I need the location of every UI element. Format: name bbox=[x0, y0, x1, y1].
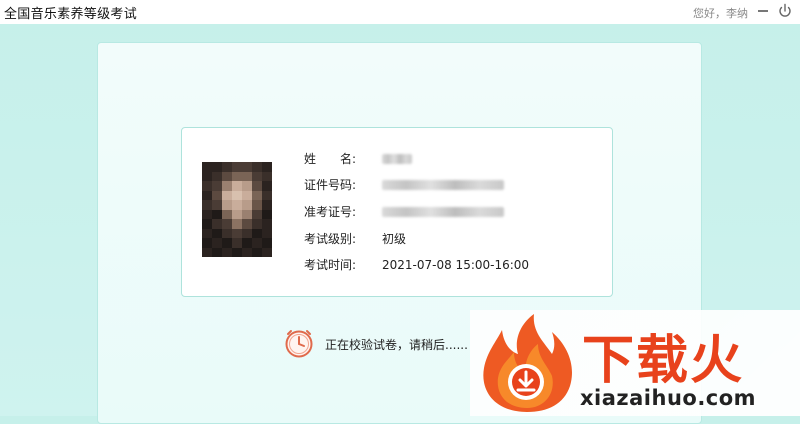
candidate-photo bbox=[202, 162, 272, 257]
photo-pixel bbox=[212, 200, 222, 210]
photo-pixel bbox=[232, 238, 242, 248]
photo-pixel bbox=[242, 200, 252, 210]
photo-pixel bbox=[222, 171, 232, 182]
photo-pixel bbox=[202, 238, 212, 248]
photo-pixel bbox=[212, 247, 222, 257]
photo-pixel bbox=[242, 171, 252, 182]
photo-pixel bbox=[212, 228, 222, 239]
photo-pixel bbox=[232, 200, 242, 210]
photo-pixel bbox=[212, 238, 222, 248]
photo-pixel bbox=[242, 238, 252, 248]
watermark: 下载火 xiazaihuo.com bbox=[470, 310, 800, 416]
flame-logo-icon bbox=[483, 314, 572, 412]
photo-pixel bbox=[222, 162, 232, 172]
photo-pixel bbox=[242, 162, 252, 172]
photo-pixel bbox=[232, 181, 242, 191]
exam-time-label: 考试时间: bbox=[304, 258, 357, 272]
photo-pixel bbox=[262, 171, 272, 182]
photo-pixel bbox=[212, 171, 222, 182]
photo-pixel bbox=[252, 228, 262, 239]
photo-pixel bbox=[232, 219, 242, 229]
photo-pixel bbox=[222, 219, 232, 229]
name-label: 姓 名: bbox=[304, 152, 357, 166]
photo-pixel bbox=[252, 209, 262, 220]
photo-pixel bbox=[222, 238, 232, 248]
photo-pixel bbox=[232, 228, 242, 239]
photo-pixel bbox=[202, 228, 212, 239]
photo-pixel bbox=[252, 219, 262, 229]
photo-pixel bbox=[202, 181, 212, 191]
photo-pixel bbox=[262, 228, 272, 239]
photo-pixel bbox=[232, 190, 242, 201]
photo-pixel bbox=[202, 247, 212, 257]
power-icon bbox=[776, 1, 794, 21]
photo-pixel bbox=[242, 228, 252, 239]
photo-pixel bbox=[222, 209, 232, 220]
photo-pixel bbox=[212, 190, 222, 201]
photo-pixel bbox=[262, 162, 272, 172]
title-bar: 全国音乐素养等级考试 您好，李纳 bbox=[0, 0, 800, 24]
photo-pixel bbox=[222, 228, 232, 239]
ticket-number-label: 准考证号: bbox=[304, 205, 357, 219]
photo-pixel bbox=[202, 190, 212, 201]
id-number-label: 证件号码: bbox=[304, 178, 357, 192]
photo-pixel bbox=[252, 181, 262, 191]
status-text: 正在校验试卷，请稍后...... bbox=[325, 338, 468, 352]
minimize-button[interactable] bbox=[754, 1, 772, 21]
photo-pixel bbox=[252, 171, 262, 182]
photo-pixel bbox=[252, 247, 262, 257]
photo-pixel bbox=[242, 247, 252, 257]
photo-pixel bbox=[242, 181, 252, 191]
watermark-brand: 下载火 bbox=[582, 331, 745, 391]
photo-pixel bbox=[222, 200, 232, 210]
photo-pixel bbox=[212, 209, 222, 220]
photo-pixel bbox=[262, 209, 272, 220]
clock-icon bbox=[283, 327, 315, 359]
photo-pixel bbox=[232, 209, 242, 220]
id-number-value-redacted bbox=[382, 180, 504, 190]
minimize-icon bbox=[758, 10, 768, 12]
photo-pixel bbox=[262, 200, 272, 210]
photo-pixel bbox=[232, 162, 242, 172]
photo-pixel bbox=[242, 219, 252, 229]
photo-pixel bbox=[202, 209, 212, 220]
photo-pixel bbox=[252, 200, 262, 210]
photo-pixel bbox=[262, 190, 272, 201]
photo-pixel bbox=[202, 219, 212, 229]
exam-level-label: 考试级别: bbox=[304, 232, 357, 246]
power-button[interactable] bbox=[776, 1, 794, 21]
exam-level-value: 初级 bbox=[382, 232, 407, 246]
photo-pixel bbox=[252, 162, 262, 172]
photo-pixel bbox=[202, 200, 212, 210]
photo-pixel bbox=[212, 219, 222, 229]
photo-pixel bbox=[242, 209, 252, 220]
exam-time-value: 2021-07-08 15:00-16:00 bbox=[382, 258, 530, 272]
photo-pixel bbox=[262, 247, 272, 257]
watermark-url: xiazaihuo.com bbox=[580, 386, 757, 410]
user-greeting: 您好，李纳 bbox=[693, 7, 748, 20]
ticket-number-value-redacted bbox=[382, 207, 504, 217]
photo-pixel bbox=[212, 181, 222, 191]
photo-pixel bbox=[202, 162, 212, 172]
app-title: 全国音乐素养等级考试 bbox=[4, 7, 138, 22]
photo-pixel bbox=[262, 219, 272, 229]
photo-pixel bbox=[262, 238, 272, 248]
photo-pixel bbox=[202, 171, 212, 182]
photo-pixel bbox=[212, 162, 222, 172]
photo-pixel bbox=[262, 181, 272, 191]
photo-pixel bbox=[252, 190, 262, 201]
photo-pixel bbox=[222, 247, 232, 257]
photo-pixel bbox=[242, 190, 252, 201]
photo-pixel bbox=[232, 247, 242, 257]
photo-pixel bbox=[222, 181, 232, 191]
photo-pixel bbox=[222, 190, 232, 201]
name-value-redacted bbox=[382, 154, 412, 164]
photo-pixel bbox=[252, 238, 262, 248]
photo-pixel bbox=[232, 171, 242, 182]
